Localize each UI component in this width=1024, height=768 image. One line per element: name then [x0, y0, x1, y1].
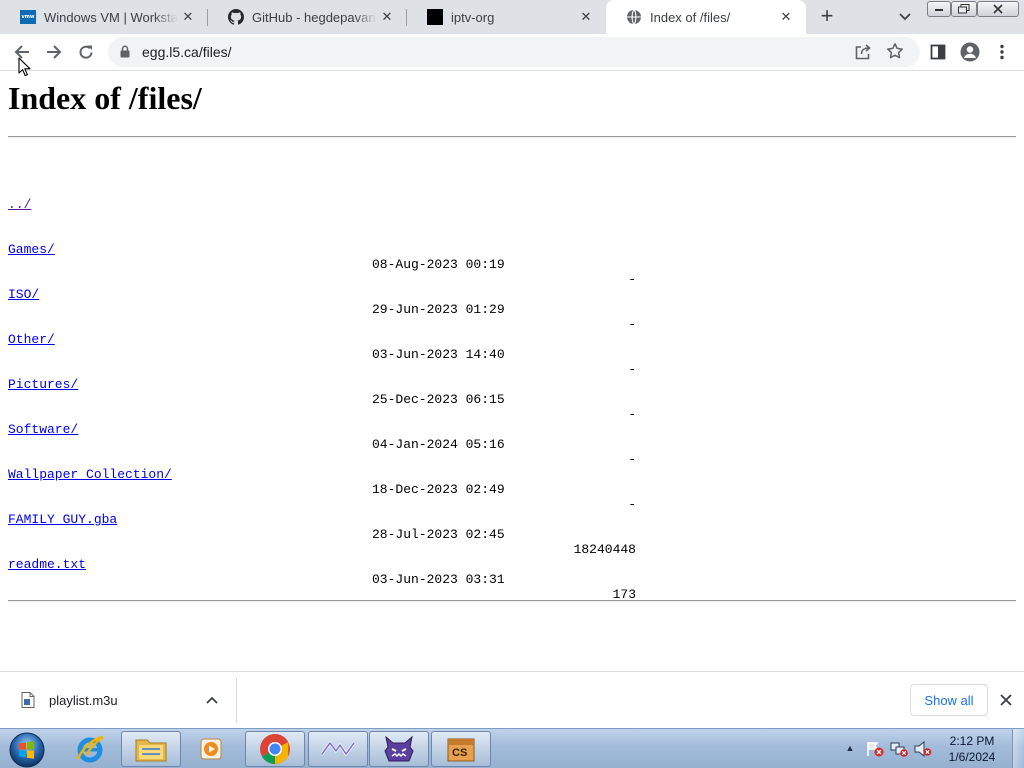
- tab-index-of-files[interactable]: Index of /files/ ✕: [606, 0, 806, 34]
- cs-app-icon[interactable]: CS: [431, 731, 491, 767]
- file-size: 173: [612, 587, 636, 602]
- bookmark-star-icon[interactable]: [886, 42, 906, 62]
- list-item: Wallpaper Collection/ 18-Dec-2023 02:49 …: [8, 452, 1016, 512]
- profile-button[interactable]: [955, 37, 985, 67]
- kebab-menu-icon: [1000, 44, 1004, 60]
- close-tab-icon[interactable]: ✕: [178, 7, 198, 27]
- profile-avatar-icon: [960, 42, 980, 62]
- file-link[interactable]: FAMILY GUY.gba: [8, 512, 117, 527]
- list-item: ../: [8, 182, 1016, 212]
- tab-vmware[interactable]: vmw Windows VM | Workstation ✕: [0, 0, 208, 34]
- show-hidden-icons-button[interactable]: ▲: [843, 741, 857, 755]
- minimize-window-button[interactable]: [927, 1, 951, 17]
- system-clock[interactable]: 2:12 PM 1/6/2024: [936, 733, 1008, 765]
- globe-icon: [626, 9, 642, 25]
- modified-date: 03-Jun-2023 03:31: [372, 572, 505, 587]
- reload-button[interactable]: [71, 37, 101, 67]
- black-square-icon: [427, 9, 443, 25]
- file-icon[interactable]: [21, 692, 35, 713]
- parent-directory-link[interactable]: ../: [8, 197, 31, 212]
- forward-arrow-icon: [47, 45, 62, 59]
- page-content: Index of /files/ ../ Games/ 08-Aug-2023 …: [8, 71, 1016, 602]
- divider: [8, 136, 1016, 138]
- modified-date: 04-Jan-2024 05:16: [372, 437, 505, 452]
- close-tab-icon[interactable]: ✕: [776, 7, 796, 27]
- menu-button[interactable]: [987, 37, 1017, 67]
- divider: [236, 678, 237, 723]
- list-item: Games/ 08-Aug-2023 00:19 -: [8, 227, 1016, 287]
- modified-date: 03-Jun-2023 14:40: [372, 347, 505, 362]
- github-icon: [228, 9, 244, 25]
- list-item: ISO/ 29-Jun-2023 01:29 -: [8, 272, 1016, 332]
- new-tab-button[interactable]: +: [815, 5, 839, 29]
- close-tab-icon[interactable]: ✕: [576, 7, 596, 27]
- modified-date: 08-Aug-2023 00:19: [372, 257, 505, 272]
- side-panel-button[interactable]: [923, 37, 953, 67]
- chevron-up-icon[interactable]: [202, 690, 222, 710]
- file-explorer-icon[interactable]: [121, 731, 181, 767]
- show-all-downloads-button[interactable]: Show all: [910, 684, 988, 716]
- tab-iptv-org[interactable]: iptv-org ✕: [407, 0, 606, 34]
- file-link[interactable]: readme.txt: [8, 557, 86, 572]
- tab-title: GitHub - hegdepavankumar: [252, 9, 377, 25]
- download-bar: playlist.m3u Show all: [0, 671, 1024, 728]
- list-item: FAMILY GUY.gba 28-Jul-2023 02:45 1824044…: [8, 497, 1016, 557]
- volume-muted-icon[interactable]: [914, 740, 932, 758]
- lock-icon[interactable]: [120, 45, 130, 63]
- windows-orb-icon: [9, 732, 45, 768]
- modified-date: 29-Jun-2023 01:29: [372, 302, 505, 317]
- file-listing: ../ Games/ 08-Aug-2023 00:19 - ISO/ 29-J…: [8, 152, 1016, 602]
- internet-explorer-icon[interactable]: [62, 731, 118, 767]
- close-download-bar-icon[interactable]: [995, 689, 1017, 711]
- modified-date: 28-Jul-2023 02:45: [372, 527, 505, 542]
- divider: [8, 600, 1016, 602]
- clock-time: 2:12 PM: [949, 734, 995, 748]
- tab-strip: vmw Windows VM | Workstation ✕ GitHub - …: [0, 0, 1024, 34]
- media-player-icon[interactable]: [184, 731, 240, 767]
- modified-date: 25-Dec-2023 06:15: [372, 392, 505, 407]
- chrome-icon[interactable]: [245, 731, 305, 767]
- list-item: Pictures/ 25-Dec-2023 06:15 -: [8, 362, 1016, 422]
- tab-search-chevron-icon[interactable]: [893, 7, 917, 27]
- file-link[interactable]: Games/: [8, 242, 55, 257]
- file-link[interactable]: ISO/: [8, 287, 39, 302]
- side-panel-icon: [930, 44, 946, 60]
- tab-title: Windows VM | Workstation: [44, 9, 178, 25]
- start-button[interactable]: [6, 730, 46, 768]
- monster-app-icon[interactable]: [369, 731, 429, 767]
- file-link[interactable]: Wallpaper Collection/: [8, 467, 172, 482]
- url-text[interactable]: egg.l5.ca/files/: [142, 44, 232, 60]
- file-link[interactable]: Pictures/: [8, 377, 78, 392]
- close-window-button[interactable]: [977, 1, 1019, 17]
- mouse-pointer-icon: [18, 57, 31, 82]
- tab-github[interactable]: GitHub - hegdepavankumar ✕: [208, 0, 407, 34]
- address-bar[interactable]: egg.l5.ca/files/: [108, 37, 920, 67]
- list-item: readme.txt 03-Jun-2023 03:31 173: [8, 542, 1016, 602]
- network-disconnected-icon[interactable]: [890, 741, 908, 757]
- vpn-app-icon[interactable]: [308, 731, 368, 767]
- restore-window-button[interactable]: [951, 1, 977, 17]
- reload-icon: [79, 45, 93, 59]
- clock-date: 1/6/2024: [948, 750, 996, 764]
- tab-title: Index of /files/: [650, 9, 731, 25]
- list-item: Other/ 03-Jun-2023 14:40 -: [8, 317, 1016, 377]
- browser-toolbar: egg.l5.ca/files/: [0, 34, 1024, 71]
- file-link[interactable]: Other/: [8, 332, 55, 347]
- forward-button[interactable]: [39, 37, 69, 67]
- page-title: Index of /files/: [8, 80, 202, 116]
- windows-taskbar: CS ▲ 2:12 PM 1/6/2024: [0, 728, 1024, 768]
- cs-app-label: CS: [452, 747, 468, 759]
- download-file-name[interactable]: playlist.m3u: [49, 693, 118, 708]
- share-icon[interactable]: [854, 43, 874, 61]
- list-item: Software/ 04-Jan-2024 05:16 -: [8, 407, 1016, 467]
- show-desktop-button[interactable]: [1012, 729, 1024, 768]
- tab-title: iptv-org: [451, 9, 495, 25]
- vmware-icon: vmw: [20, 9, 36, 25]
- modified-date: 18-Dec-2023 02:49: [372, 482, 505, 497]
- file-link[interactable]: Software/: [8, 422, 78, 437]
- close-tab-icon[interactable]: ✕: [377, 7, 397, 27]
- action-center-warning-icon[interactable]: [866, 741, 884, 757]
